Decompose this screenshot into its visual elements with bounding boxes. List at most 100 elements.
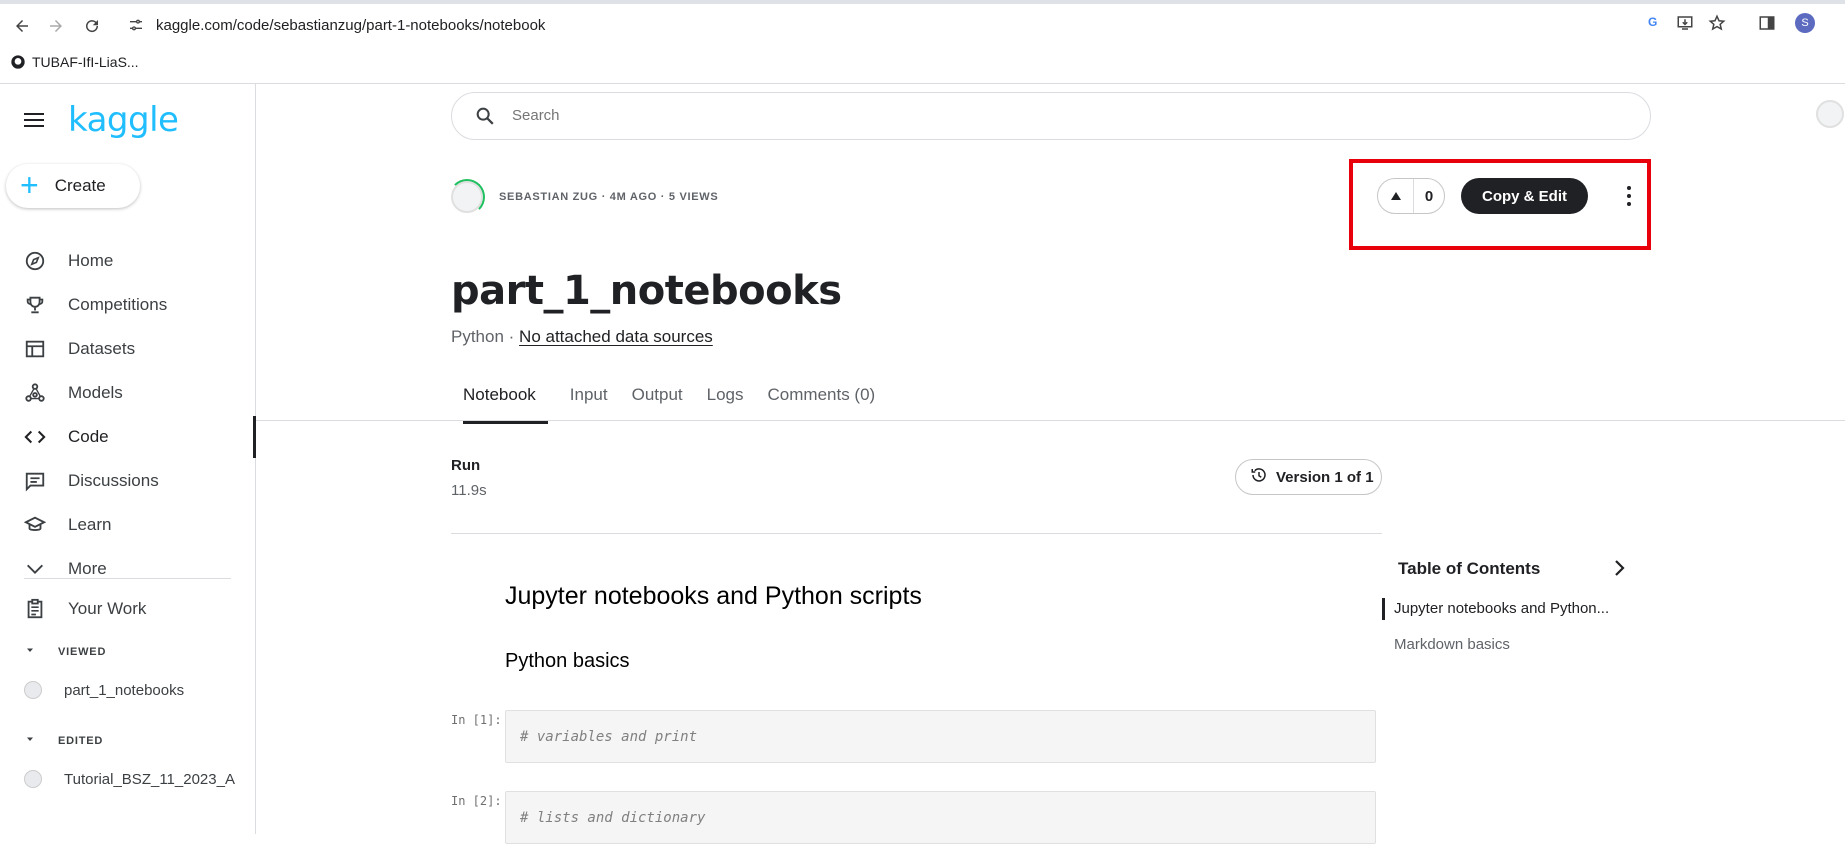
reload-icon[interactable] <box>78 12 106 40</box>
caret-down-icon <box>24 733 36 748</box>
viewed-item-label: part_1_notebooks <box>64 681 185 699</box>
sidebar-item-code[interactable]: Code <box>0 416 256 458</box>
comment-icon <box>24 470 46 492</box>
create-button[interactable]: + Create <box>6 164 140 208</box>
sidebar-item-your-work[interactable]: Your Work <box>0 588 256 630</box>
bookmark-item[interactable]: TUBAF-IfI-LiaS... <box>10 54 139 70</box>
trophy-icon <box>24 294 46 316</box>
tab-input[interactable]: Input <box>570 385 608 421</box>
clipboard-icon <box>24 598 46 620</box>
forward-icon[interactable] <box>42 12 70 40</box>
toc-item[interactable]: Jupyter notebooks and Python... <box>1394 600 1609 617</box>
tab-comments[interactable]: Comments (0) <box>768 385 876 421</box>
browser-toolbar: kaggle.com/code/sebastianzug/part-1-note… <box>0 0 1845 84</box>
tab-output[interactable]: Output <box>632 385 683 421</box>
kaggle-logo[interactable]: kaggle <box>68 100 179 140</box>
data-sources-link[interactable]: No attached data sources <box>519 327 713 346</box>
user-avatar[interactable] <box>1816 100 1844 128</box>
notebook-heading-2: Python basics <box>505 650 630 672</box>
side-panel-icon[interactable] <box>1758 14 1776 37</box>
edited-section-header[interactable]: EDITED <box>24 733 103 748</box>
back-icon[interactable] <box>8 12 36 40</box>
notebook-heading-1: Jupyter notebooks and Python scripts <box>505 582 922 610</box>
bookmarks-bar: TUBAF-IfI-LiaS... <box>0 50 1845 78</box>
author-meta: SEBASTIAN ZUG · 4M AGO · 5 VIEWS <box>499 191 719 203</box>
svg-text:G: G <box>1648 15 1657 29</box>
address-bar[interactable]: kaggle.com/code/sebastianzug/part-1-note… <box>120 10 1710 42</box>
sidebar-item-label: Code <box>68 427 109 446</box>
upvote-arrow-icon[interactable] <box>1378 179 1414 213</box>
google-icon[interactable]: G <box>1646 14 1662 35</box>
sidebar: kaggle + Create Home Competitions Datase… <box>0 84 256 834</box>
logo-row: kaggle <box>24 100 179 140</box>
cell-prompt: In [2]: <box>451 794 502 808</box>
sidebar-item-label: Home <box>68 251 114 270</box>
viewed-label: VIEWED <box>58 645 107 658</box>
profile-initial: S <box>1795 13 1815 33</box>
plus-icon: + <box>20 166 39 203</box>
search-icon <box>474 105 496 127</box>
code-cell[interactable]: # variables and print <box>505 710 1376 763</box>
notebook-subline: Python · No attached data sources <box>451 327 713 347</box>
notebook-avatar <box>24 770 42 788</box>
cell-code: # lists and dictionary <box>520 810 706 826</box>
sidebar-item-discussions[interactable]: Discussions <box>0 460 256 502</box>
chevron-right-icon[interactable] <box>1607 556 1631 580</box>
version-label: Version 1 of 1 <box>1276 468 1374 486</box>
code-cell[interactable]: # lists and dictionary <box>505 791 1376 844</box>
toc-active-indicator <box>1382 598 1385 620</box>
copy-edit-button[interactable]: Copy & Edit <box>1461 178 1588 214</box>
run-divider <box>451 533 1382 534</box>
bookmark-label: TUBAF-IfI-LiaS... <box>32 54 139 70</box>
github-icon <box>11 55 25 69</box>
compass-icon <box>24 250 46 272</box>
tab-logs[interactable]: Logs <box>707 385 744 421</box>
sidebar-item-label: Models <box>68 383 123 402</box>
bookmark-star-icon[interactable] <box>1708 14 1726 37</box>
tab-strip <box>0 0 1845 4</box>
author-progress-ring <box>449 179 485 215</box>
language-label: Python <box>451 327 504 346</box>
version-button[interactable]: Version 1 of 1 <box>1235 459 1382 495</box>
viewed-section-header[interactable]: VIEWED <box>24 644 106 659</box>
sidebar-item-label: Datasets <box>68 339 136 358</box>
sidebar-item-models[interactable]: Models <box>0 372 256 414</box>
vote-count: 0 <box>1424 187 1434 205</box>
subline-separator: · <box>503 327 520 346</box>
site-info-icon[interactable] <box>128 17 144 36</box>
active-indicator <box>253 416 256 458</box>
sidebar-item-datasets[interactable]: Datasets <box>0 328 256 370</box>
sidebar-item-label: Learn <box>68 515 112 534</box>
notebook-avatar <box>24 681 42 699</box>
tabs-divider <box>256 420 1845 421</box>
sidebar-item-label: Competitions <box>68 295 168 314</box>
tab-notebook[interactable]: Notebook <box>451 385 548 424</box>
sidebar-item-home[interactable]: Home <box>0 240 256 282</box>
url-text: kaggle.com/code/sebastianzug/part-1-note… <box>156 17 546 34</box>
create-label: Create <box>54 176 106 195</box>
edited-label: EDITED <box>58 734 104 747</box>
more-options-icon[interactable] <box>1617 184 1641 208</box>
viewed-item[interactable]: part_1_notebooks <box>24 681 184 699</box>
edited-item[interactable]: Tutorial_BSZ_11_2023_A <box>24 770 235 788</box>
toc-item[interactable]: Markdown basics <box>1394 636 1510 653</box>
profile-avatar[interactable]: S <box>1795 13 1815 33</box>
toc-title: Table of Contents <box>1398 559 1541 578</box>
school-icon <box>24 514 46 536</box>
code-icon <box>24 426 46 448</box>
upvote-control[interactable]: 0 <box>1377 178 1445 214</box>
search-bar[interactable] <box>451 92 1651 140</box>
install-app-icon[interactable] <box>1676 14 1694 37</box>
caret-down-icon <box>24 644 36 659</box>
history-icon <box>1250 466 1268 488</box>
sidebar-item-label: Discussions <box>68 471 159 490</box>
search-input[interactable] <box>512 107 1512 124</box>
cell-code: # variables and print <box>520 729 698 745</box>
run-label: Run <box>451 457 481 474</box>
sidebar-item-competitions[interactable]: Competitions <box>0 284 256 326</box>
table-icon <box>24 338 46 360</box>
menu-icon[interactable] <box>24 113 44 127</box>
sidebar-item-learn[interactable]: Learn <box>0 504 256 546</box>
notebook-tabs: Notebook Input Output Logs Comments (0) <box>451 385 876 424</box>
sidebar-item-more[interactable]: More <box>0 548 256 590</box>
